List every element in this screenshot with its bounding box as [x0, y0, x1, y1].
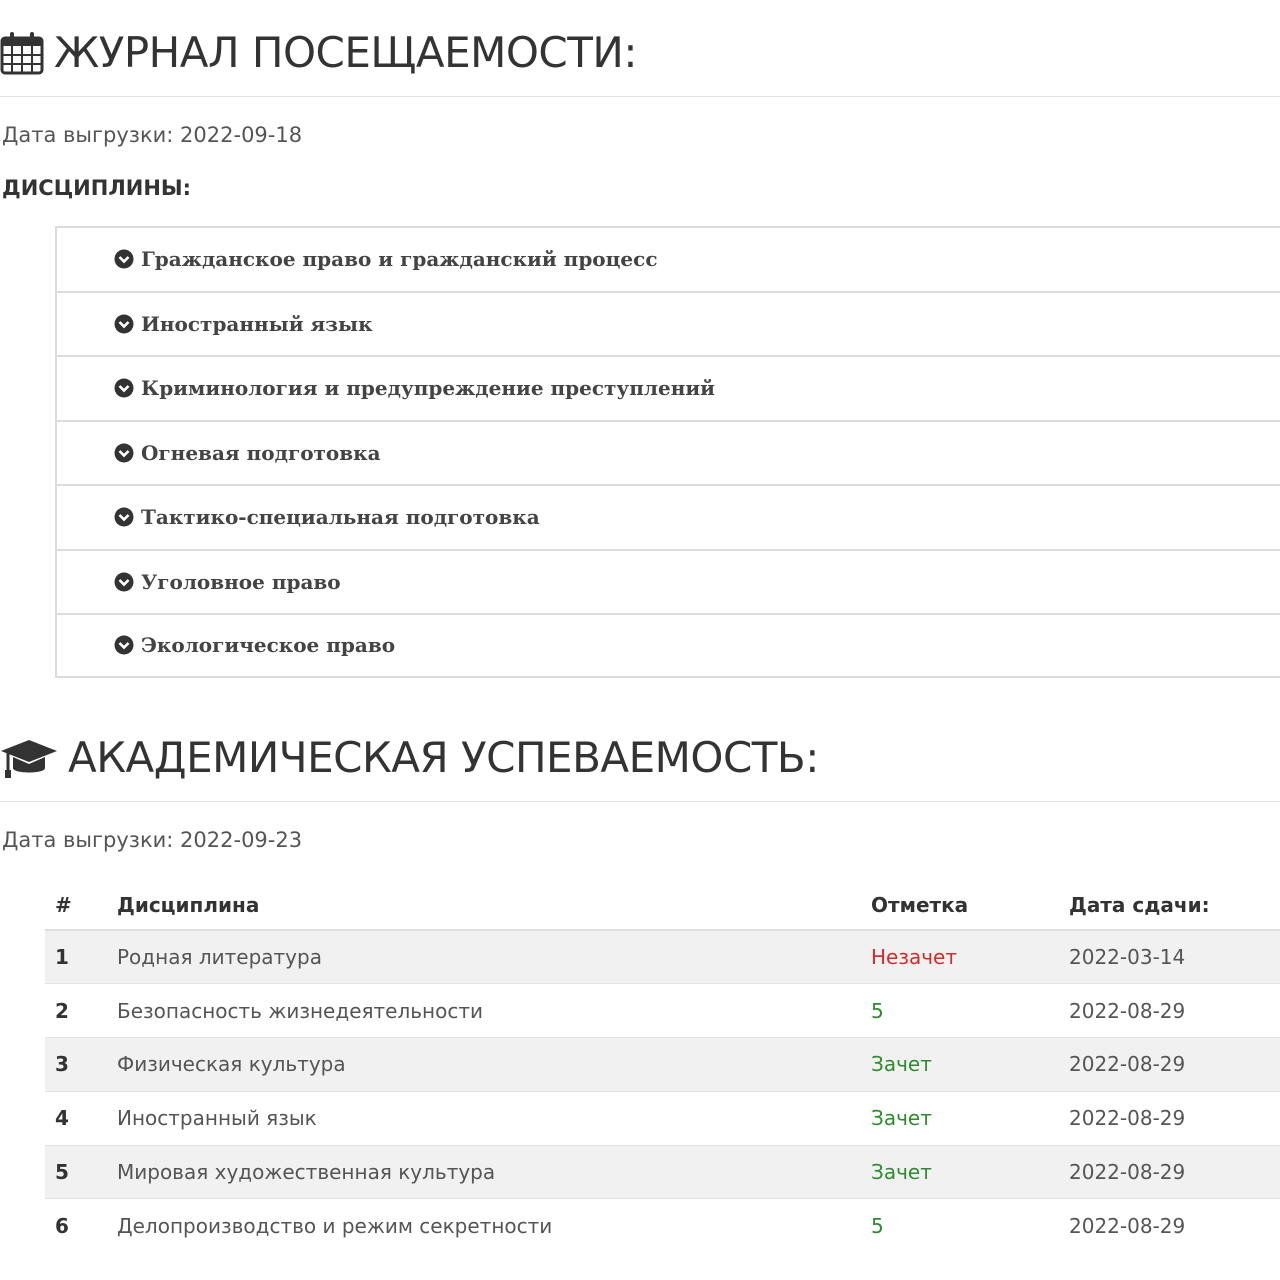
discipline-label: Огневая подготовка — [141, 440, 381, 465]
chevron-down-circle-icon — [114, 635, 134, 655]
discipline-item[interactable]: Огневая подготовка — [57, 419, 1280, 485]
table-row: 4 Иностранный язык Зачет 2022-08-29 — [45, 1090, 1280, 1146]
attendance-title-text: ЖУРНАЛ ПОСЕЩАЕМОСТИ: — [54, 28, 637, 77]
row-discipline: Физическая культура — [117, 1037, 871, 1092]
row-mark: Зачет — [871, 1090, 1069, 1146]
row-date: 2022-08-29 — [1069, 1090, 1280, 1146]
discipline-item[interactable]: Иностранный язык — [57, 290, 1280, 356]
row-discipline: Иностранный язык — [117, 1090, 871, 1146]
discipline-label: Уголовное право — [141, 569, 341, 594]
row-number: 4 — [45, 1090, 117, 1146]
performance-export-date: Дата выгрузки: 2022-09-23 — [2, 828, 303, 852]
discipline-item[interactable]: Экологическое право — [57, 613, 1280, 678]
row-mark: Зачет — [871, 1144, 1069, 1199]
column-header-mark: Отметка — [871, 880, 1069, 931]
calendar-icon — [0, 31, 44, 75]
chevron-down-circle-icon — [114, 507, 134, 527]
chevron-down-circle-icon — [114, 572, 134, 592]
row-discipline: Делопроизводство и режим секретности — [117, 1198, 871, 1253]
row-number: 2 — [45, 983, 117, 1038]
row-date: 2022-08-29 — [1069, 1144, 1280, 1199]
row-number: 1 — [45, 929, 117, 984]
discipline-label: Экологическое право — [141, 633, 396, 658]
chevron-down-circle-icon — [114, 378, 134, 398]
divider — [0, 96, 1280, 97]
row-mark: Зачет — [871, 1037, 1069, 1092]
table-header-row: # Дисциплина Отметка Дата сдачи: — [45, 880, 1280, 931]
discipline-item[interactable]: Уголовное право — [57, 548, 1280, 614]
attendance-export-date: Дата выгрузки: 2022-09-18 — [2, 123, 303, 147]
row-number: 3 — [45, 1037, 117, 1092]
row-mark: Незачет — [871, 929, 1069, 984]
disciplines-accordion: Гражданское право и гражданский процесс … — [55, 226, 1280, 678]
discipline-item[interactable]: Тактико-специальная подготовка — [57, 484, 1280, 549]
divider — [0, 801, 1280, 802]
row-mark: 5 — [871, 1198, 1069, 1253]
discipline-item[interactable]: Криминология и предупреждение преступлен… — [57, 355, 1280, 420]
discipline-label: Криминология и предупреждение преступлен… — [141, 376, 715, 401]
performance-title-text: АКАДЕМИЧЕСКАЯ УСПЕВАЕМОСТЬ: — [68, 733, 819, 782]
discipline-label: Гражданское право и гражданский процесс — [141, 247, 658, 272]
graduation-cap-icon — [0, 736, 58, 780]
discipline-item[interactable]: Гражданское право и гражданский процесс — [57, 226, 1280, 291]
table-row: 6 Делопроизводство и режим секретности 5… — [45, 1198, 1280, 1253]
chevron-down-circle-icon — [114, 314, 134, 334]
row-date: 2022-03-14 — [1069, 929, 1280, 984]
column-header-discipline: Дисциплина — [117, 880, 871, 931]
table-row: 3 Физическая культура Зачет 2022-08-29 — [45, 1037, 1280, 1092]
performance-title: АКАДЕМИЧЕСКАЯ УСПЕВАЕМОСТЬ: — [0, 733, 819, 782]
row-mark: 5 — [871, 983, 1069, 1038]
column-header-num: # — [45, 880, 117, 931]
row-date: 2022-08-29 — [1069, 983, 1280, 1038]
row-discipline: Мировая художественная культура — [117, 1144, 871, 1199]
row-number: 5 — [45, 1144, 117, 1199]
column-header-date: Дата сдачи: — [1069, 880, 1280, 931]
grades-table: # Дисциплина Отметка Дата сдачи: 1 Родна… — [45, 880, 1280, 1253]
row-discipline: Безопасность жизнедеятельности — [117, 983, 871, 1038]
table-row: 2 Безопасность жизнедеятельности 5 2022-… — [45, 983, 1280, 1038]
discipline-label: Иностранный язык — [141, 311, 373, 336]
row-date: 2022-08-29 — [1069, 1198, 1280, 1253]
row-date: 2022-08-29 — [1069, 1037, 1280, 1092]
attendance-title: ЖУРНАЛ ПОСЕЩАЕМОСТИ: — [0, 28, 637, 77]
row-discipline: Родная литература — [117, 929, 871, 984]
chevron-down-circle-icon — [114, 249, 134, 269]
chevron-down-circle-icon — [114, 443, 134, 463]
table-row: 5 Мировая художественная культура Зачет … — [45, 1144, 1280, 1199]
row-number: 6 — [45, 1198, 117, 1253]
table-row: 1 Родная литература Незачет 2022-03-14 — [45, 929, 1280, 984]
discipline-label: Тактико-специальная подготовка — [141, 505, 540, 530]
disciplines-heading: ДИСЦИПЛИНЫ: — [2, 176, 192, 200]
